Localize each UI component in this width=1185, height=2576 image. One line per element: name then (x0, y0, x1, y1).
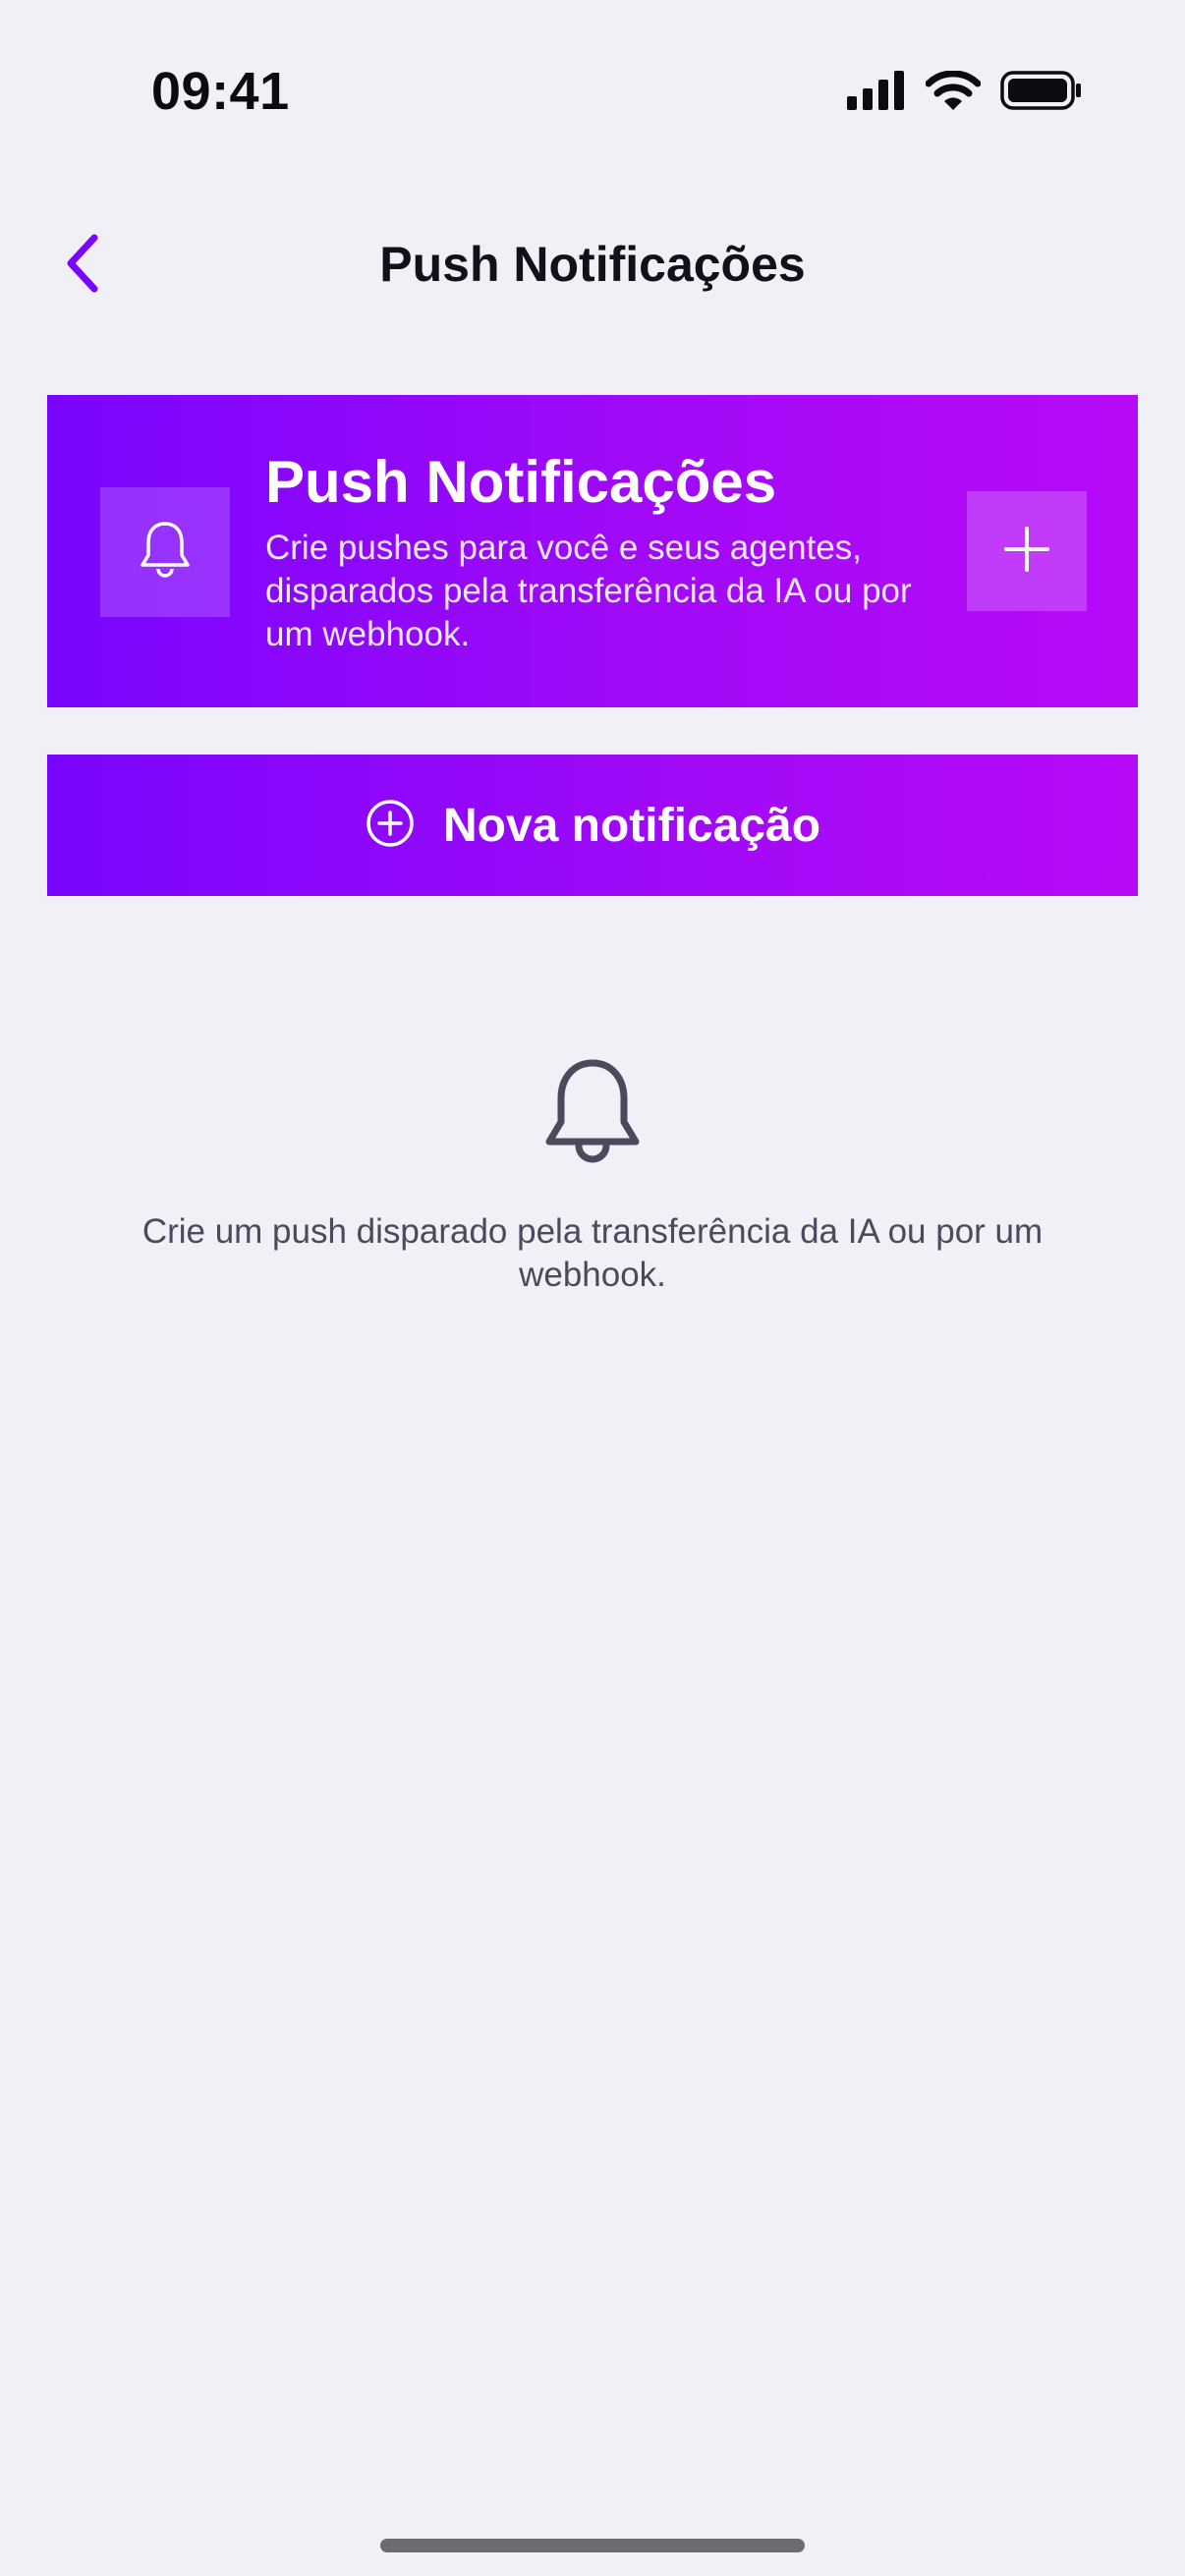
screen: 09:41 Push Notificações Push Notificaçõe… (0, 0, 1185, 2576)
new-notification-label: Nova notificação (442, 799, 821, 852)
new-notification-button[interactable]: Nova notificação (47, 755, 1138, 896)
hero-card: Push Notificações Crie pushes para você … (47, 395, 1138, 707)
hero-description: Crie pushes para você e seus agentes, di… (265, 529, 912, 653)
status-time: 09:41 (151, 62, 290, 121)
hero-bell-box (100, 487, 230, 617)
nav-header: Push Notificações (0, 216, 1185, 314)
status-bar: 09:41 (0, 0, 1185, 187)
bell-icon (138, 520, 193, 586)
page-title: Push Notificações (379, 237, 806, 292)
plus-circle-icon (365, 798, 416, 854)
status-icons (847, 70, 1083, 115)
plus-icon (1002, 525, 1051, 579)
signal-icon (847, 71, 906, 115)
empty-state-bell-icon (539, 1057, 646, 1175)
home-indicator (380, 2539, 805, 2552)
hero-title: Push Notificações (265, 449, 777, 515)
battery-icon (1000, 71, 1083, 115)
hero-add-button[interactable] (967, 491, 1087, 611)
empty-state-message: Crie um push disparado pela transferênci… (141, 1212, 1044, 1294)
wifi-icon (925, 70, 982, 115)
